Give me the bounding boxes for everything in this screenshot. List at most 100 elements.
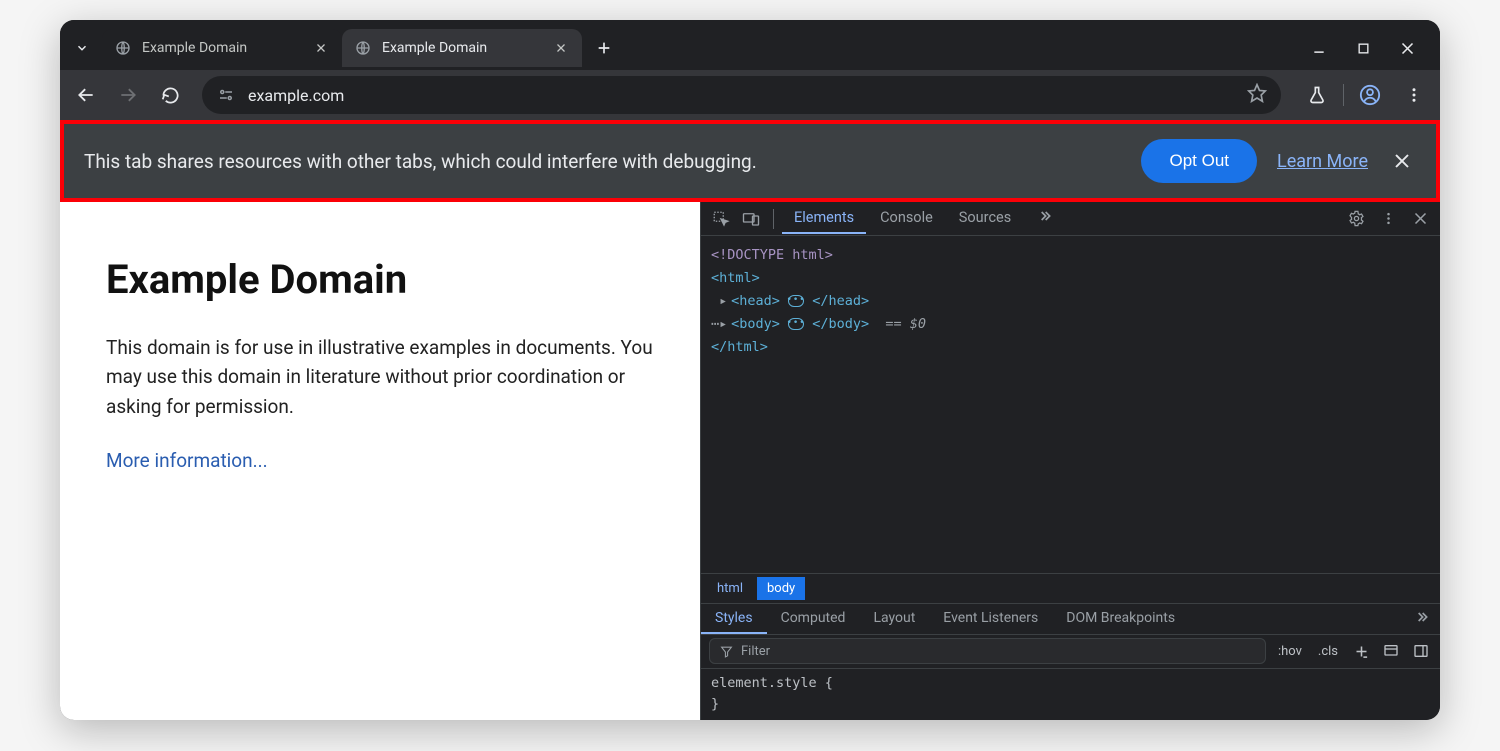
tab-inactive[interactable]: Example Domain: [102, 29, 342, 67]
page-heading: Example Domain: [106, 256, 654, 303]
sidebar-icon: [1413, 643, 1429, 659]
user-icon: [1359, 84, 1381, 106]
dom-body-close: </body>: [812, 316, 869, 332]
expand-triangle-icon[interactable]: ▸: [719, 313, 731, 336]
toolbar-separator: [773, 209, 774, 229]
devtools-tab-console[interactable]: Console: [868, 203, 945, 234]
opt-out-button[interactable]: Opt Out: [1141, 139, 1257, 183]
star-icon: [1247, 83, 1267, 103]
maximize-icon: [1357, 42, 1370, 55]
back-button[interactable]: [68, 77, 104, 113]
browser-menu-button[interactable]: [1396, 77, 1432, 113]
close-icon: [555, 42, 567, 54]
expand-triangle-icon[interactable]: ▸: [719, 290, 731, 313]
devtools-tab-more[interactable]: [1025, 202, 1065, 236]
infobar-close-button[interactable]: [1388, 147, 1416, 175]
infobar-message: This tab shares resources with other tab…: [84, 150, 1121, 173]
experiments-button[interactable]: [1299, 77, 1335, 113]
navigation-toolbar: example.com: [60, 70, 1440, 120]
devtools-tab-sources[interactable]: Sources: [947, 203, 1023, 234]
more-information-link[interactable]: More information...: [106, 449, 268, 472]
styles-filter-input[interactable]: Filter: [709, 638, 1266, 664]
close-icon: [1413, 211, 1428, 226]
ellipsis-icon[interactable]: •••: [788, 295, 804, 307]
tab-title: Example Domain: [142, 40, 302, 56]
reload-button[interactable]: [152, 77, 188, 113]
tab-close-button[interactable]: [312, 39, 330, 57]
device-toolbar-button[interactable]: [737, 205, 765, 233]
devtools-close-button[interactable]: [1406, 205, 1434, 233]
styles-body[interactable]: element.style { }: [701, 669, 1440, 720]
breadcrumb-html[interactable]: html: [707, 577, 753, 600]
flask-icon: [1307, 85, 1327, 105]
kebab-icon: [1381, 211, 1396, 226]
close-window-button[interactable]: [1398, 39, 1416, 57]
chevron-down-icon: [75, 41, 89, 55]
url-text: example.com: [248, 86, 1235, 105]
breadcrumb-body[interactable]: body: [757, 577, 805, 600]
tab-active[interactable]: Example Domain: [342, 29, 582, 67]
dom-head-open: <head>: [731, 293, 780, 309]
selected-indicator-icon: ⋯: [711, 316, 719, 332]
address-bar[interactable]: example.com: [202, 76, 1281, 114]
gear-icon: [1348, 210, 1365, 227]
forward-button[interactable]: [110, 77, 146, 113]
tab-close-button[interactable]: [552, 39, 570, 57]
devices-icon: [742, 210, 760, 228]
devtools-menu-button[interactable]: [1374, 205, 1402, 233]
cls-toggle[interactable]: .cls: [1314, 644, 1342, 659]
tab-strip: Example Domain Example Domain: [60, 20, 1440, 70]
plus-icon: [596, 40, 612, 56]
minimize-icon: [1312, 41, 1326, 55]
element-style-open: element.style {: [711, 673, 1430, 695]
infobar-highlight: This tab shares resources with other tab…: [60, 120, 1440, 202]
tab-title: Example Domain: [382, 40, 542, 56]
panel-icon: [1383, 643, 1399, 659]
site-settings-icon[interactable]: [216, 85, 236, 105]
browser-window: Example Domain Example Domain: [60, 20, 1440, 720]
hov-toggle[interactable]: :hov: [1274, 644, 1306, 659]
devtools-tab-elements[interactable]: Elements: [782, 203, 866, 234]
debugging-infobar: This tab shares resources with other tab…: [64, 124, 1436, 198]
styles-sidebar-toggle[interactable]: [1410, 640, 1432, 662]
styles-tab-event-listeners[interactable]: Event Listeners: [929, 604, 1052, 634]
styles-tabs-more[interactable]: [1404, 609, 1440, 629]
devtools-settings-button[interactable]: [1342, 205, 1370, 233]
maximize-button[interactable]: [1354, 39, 1372, 57]
styles-tab-computed[interactable]: Computed: [767, 604, 860, 634]
dom-doctype: <!DOCTYPE html>: [711, 247, 833, 263]
ellipsis-icon[interactable]: •••: [788, 318, 804, 330]
new-style-rule-button[interactable]: [1350, 640, 1372, 662]
styles-tab-layout[interactable]: Layout: [859, 604, 929, 634]
chevrons-right-icon: [1037, 208, 1053, 224]
devtools-panel: Elements Console Sources: [700, 202, 1440, 720]
dom-body-open: <body>: [731, 316, 780, 332]
window-controls: [1310, 39, 1416, 57]
dom-head-close: </head>: [812, 293, 869, 309]
globe-icon: [354, 39, 372, 57]
plus-icon: [1354, 644, 1369, 659]
bookmark-button[interactable]: [1247, 83, 1267, 107]
close-icon: [1393, 152, 1411, 170]
globe-icon: [114, 39, 132, 57]
minimize-button[interactable]: [1310, 39, 1328, 57]
new-tab-button[interactable]: [588, 32, 620, 64]
content-area: Example Domain This domain is for use in…: [60, 202, 1440, 720]
computed-styles-toggle[interactable]: [1380, 640, 1402, 662]
dom-html-close: </html>: [711, 339, 768, 355]
page-paragraph: This domain is for use in illustrative e…: [106, 333, 654, 421]
inspect-icon: [712, 210, 730, 228]
toolbar-separator: [1343, 84, 1344, 106]
kebab-icon: [1405, 86, 1423, 104]
elements-tree[interactable]: <!DOCTYPE html> <html> ▸<head> ••• </hea…: [701, 236, 1440, 573]
styles-tab-dom-breakpoints[interactable]: DOM Breakpoints: [1052, 604, 1189, 634]
reload-icon: [161, 86, 180, 105]
tab-search-dropdown[interactable]: [68, 34, 96, 62]
styles-tab-styles[interactable]: Styles: [701, 604, 767, 634]
inspect-element-button[interactable]: [707, 205, 735, 233]
elements-breadcrumb: html body: [701, 573, 1440, 603]
learn-more-link[interactable]: Learn More: [1277, 151, 1368, 172]
profile-button[interactable]: [1352, 77, 1388, 113]
arrow-right-icon: [118, 85, 138, 105]
styles-tabstrip: Styles Computed Layout Event Listeners D…: [701, 603, 1440, 635]
